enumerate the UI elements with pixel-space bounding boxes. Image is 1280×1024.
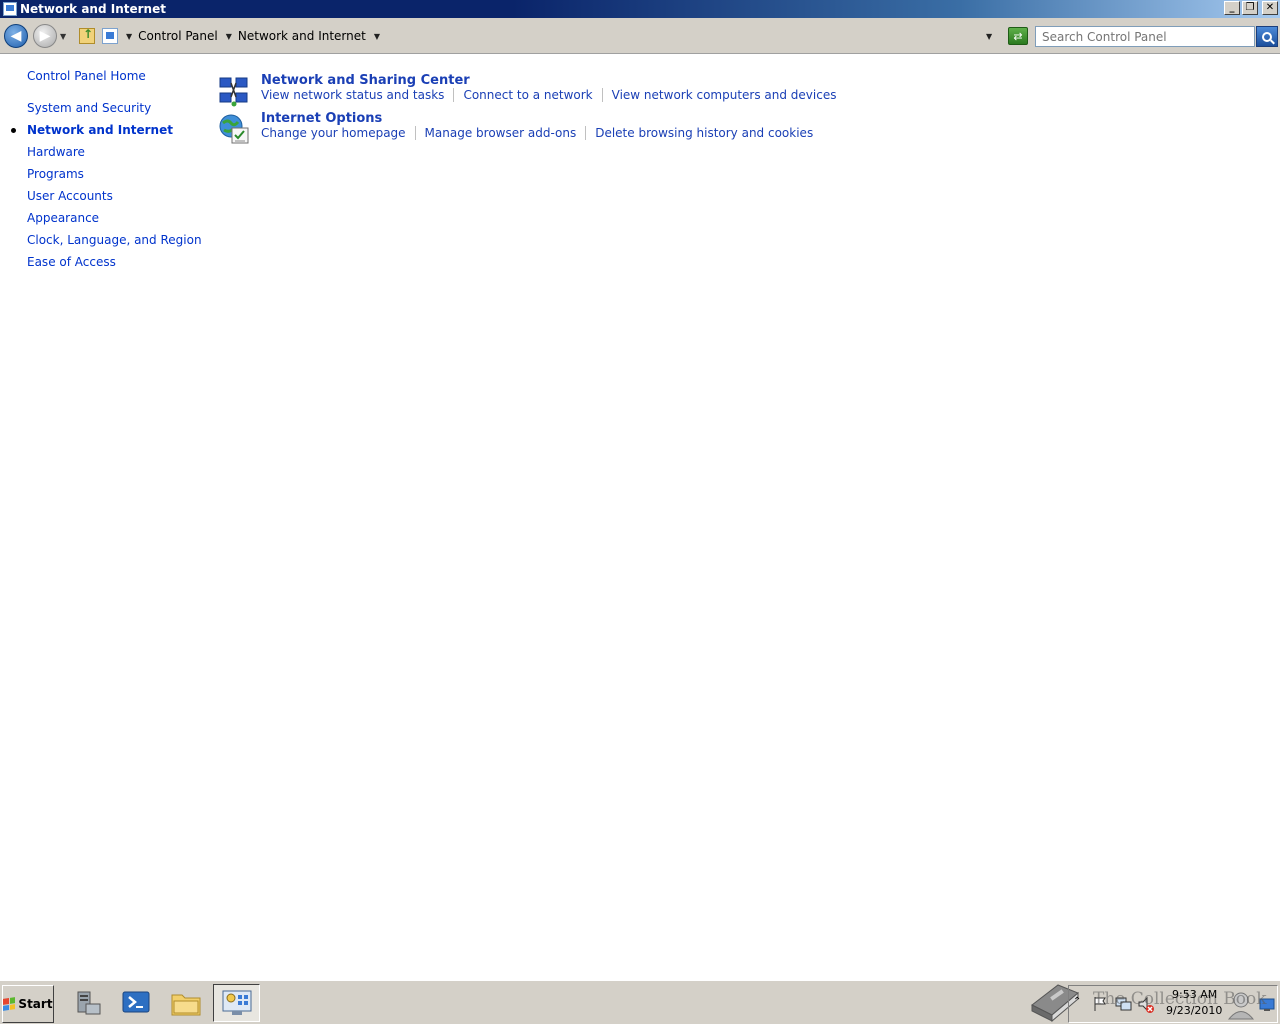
breadcrumb-control-panel[interactable]: Control Panel: [138, 29, 218, 43]
nav-control-panel-home[interactable]: Control Panel Home: [27, 69, 146, 83]
refresh-button[interactable]: ⇄: [1008, 27, 1028, 45]
arrow-right-icon: ▶: [39, 28, 51, 44]
address-toolbar: ◀ ▶ ▼ ▼ Control Panel ▼ Network and Inte…: [0, 18, 1280, 54]
section-title[interactable]: Internet Options: [261, 111, 382, 126]
left-navigation: Control Panel Home System and Security N…: [0, 54, 202, 974]
address-history-dropdown-icon[interactable]: ▼: [986, 32, 992, 41]
taskbar-powershell[interactable]: [119, 987, 153, 1019]
address-bar[interactable]: ▼ Control Panel ▼ Network and Internet ▼: [100, 25, 1004, 47]
show-hidden-icons-icon[interactable]: ⌃: [1073, 996, 1081, 1007]
control-panel-icon: [3, 2, 17, 16]
search-button[interactable]: [1256, 26, 1278, 47]
search-input[interactable]: [1035, 26, 1255, 47]
nav-ease-of-access[interactable]: Ease of Access: [27, 255, 116, 269]
nav-hardware[interactable]: Hardware: [27, 145, 85, 159]
link-divider: [453, 88, 455, 102]
link-delete-browsing-history[interactable]: Delete browsing history and cookies: [595, 126, 813, 140]
refresh-icon: ⇄: [1013, 29, 1023, 43]
main-content: Network and Sharing Center View network …: [210, 54, 1270, 974]
folder-icon: [171, 994, 201, 1016]
link-divider: [585, 126, 587, 140]
taskbar-control-panel[interactable]: [213, 984, 260, 1022]
nav-network-and-internet[interactable]: Network and Internet: [27, 123, 173, 137]
clock-date[interactable]: 9/23/2010: [1166, 1004, 1222, 1017]
taskbar-server-manager[interactable]: [70, 987, 104, 1019]
section-links: Change your homepage Manage browser add-…: [261, 126, 813, 140]
nav-system-and-security[interactable]: System and Security: [27, 101, 151, 115]
nav-clock-language-region[interactable]: Clock, Language, and Region: [27, 233, 202, 247]
current-page-bullet-icon: [11, 128, 16, 133]
start-button[interactable]: Start: [2, 985, 54, 1023]
search-icon: [1262, 31, 1272, 42]
up-folder-icon[interactable]: [79, 27, 95, 44]
nav-appearance[interactable]: Appearance: [27, 211, 99, 225]
link-view-network-computers[interactable]: View network computers and devices: [612, 88, 837, 102]
breadcrumb-chevron-icon[interactable]: ▼: [226, 32, 232, 41]
windows-logo-icon: [3, 997, 16, 1011]
nav-user-accounts[interactable]: User Accounts: [27, 189, 113, 203]
taskbar-explorer[interactable]: [169, 987, 203, 1019]
start-label: Start: [18, 997, 53, 1011]
breadcrumb-network-and-internet[interactable]: Network and Internet: [238, 29, 366, 43]
control-panel-icon: [222, 990, 251, 1015]
link-connect-to-network[interactable]: Connect to a network: [463, 88, 592, 102]
network-sharing-icon: [219, 77, 248, 107]
restore-button[interactable]: ❐: [1242, 1, 1258, 15]
section-internet-options: Internet Options Change your homepage Ma…: [210, 111, 1210, 147]
section-network-sharing-center: Network and Sharing Center View network …: [210, 73, 1210, 109]
forward-button[interactable]: ▶: [33, 24, 57, 48]
section-title[interactable]: Network and Sharing Center: [261, 73, 470, 88]
taskbar: Start ⌃ The Collection Book: [0, 980, 1280, 1024]
window-title: Network and Internet: [20, 2, 166, 16]
title-bar: Network and Internet _ ❐ ✕: [0, 0, 1280, 18]
link-divider: [601, 88, 603, 102]
control-panel-icon: [102, 28, 118, 44]
back-button[interactable]: ◀: [4, 24, 28, 48]
server-manager-icon: [77, 991, 101, 1015]
minimize-button[interactable]: _: [1224, 1, 1240, 15]
link-divider: [414, 126, 416, 140]
link-change-homepage[interactable]: Change your homepage: [261, 126, 406, 140]
link-manage-addons[interactable]: Manage browser add-ons: [425, 126, 577, 140]
nav-programs[interactable]: Programs: [27, 167, 84, 181]
breadcrumb-chevron-icon[interactable]: ▼: [126, 32, 132, 41]
powershell-icon: [122, 991, 150, 1013]
internet-options-icon: [219, 114, 249, 144]
close-button[interactable]: ✕: [1262, 1, 1278, 15]
arrow-left-icon: ◀: [10, 28, 22, 44]
clock-time[interactable]: 9:53 AM: [1172, 988, 1217, 1001]
window-controls: _ ❐ ✕: [1224, 1, 1278, 15]
breadcrumb-chevron-icon[interactable]: ▼: [374, 32, 380, 41]
link-view-network-status[interactable]: View network status and tasks: [261, 88, 444, 102]
section-links: View network status and tasks Connect to…: [261, 88, 836, 102]
recent-pages-dropdown-icon[interactable]: ▼: [60, 32, 66, 41]
